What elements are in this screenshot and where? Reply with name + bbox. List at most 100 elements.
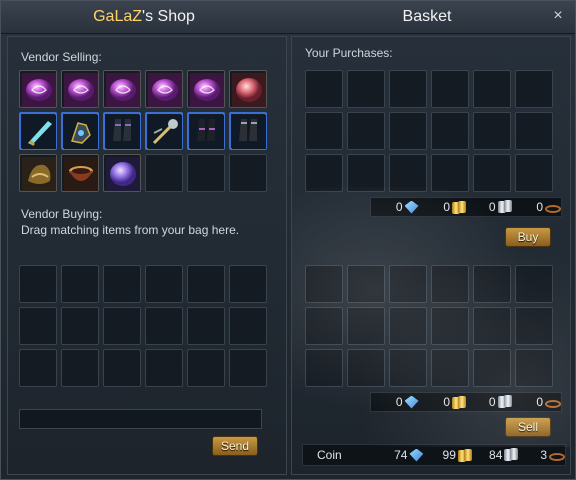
purchase-slot[interactable] <box>305 154 343 192</box>
gold-bars-icon <box>452 395 466 409</box>
purchase-slot[interactable] <box>305 112 343 150</box>
sell-slot[interactable] <box>473 265 511 303</box>
sell-slot[interactable] <box>305 307 343 345</box>
purchase-slot[interactable] <box>389 154 427 192</box>
buying-slot[interactable] <box>61 307 99 345</box>
purple-rune-icon <box>22 73 56 107</box>
vendor-item-slot[interactable] <box>19 70 57 108</box>
sell-slot[interactable] <box>305 349 343 387</box>
buying-slot[interactable] <box>229 349 267 387</box>
copper-ring-icon <box>545 400 561 408</box>
vendor-buying-grid <box>19 265 267 387</box>
silver-bars-icon <box>497 395 514 409</box>
purchase-slot[interactable] <box>473 154 511 192</box>
vendor-item-slot[interactable] <box>19 112 57 150</box>
vendor-item-slot[interactable] <box>103 154 141 192</box>
buy-button[interactable]: Buy <box>505 227 551 247</box>
message-input[interactable] <box>19 409 262 429</box>
sell-slot[interactable] <box>389 349 427 387</box>
vendor-item-slot[interactable] <box>145 112 183 150</box>
close-button[interactable]: × <box>549 7 567 25</box>
boots-icon <box>232 115 266 149</box>
vendor-item-slot[interactable] <box>61 154 99 192</box>
purchase-slot[interactable] <box>473 112 511 150</box>
vendor-empty-slot[interactable] <box>229 154 267 192</box>
sell-slot[interactable] <box>305 265 343 303</box>
vendor-item-slot[interactable] <box>103 70 141 108</box>
silver-amount: 0 <box>472 200 514 214</box>
silver-amount: 0 <box>472 395 514 409</box>
buying-slot[interactable] <box>229 265 267 303</box>
sell-grid <box>305 265 553 387</box>
purchase-slot[interactable] <box>515 154 553 192</box>
vendor-item-slot[interactable] <box>187 70 225 108</box>
purchase-slot[interactable] <box>473 70 511 108</box>
sell-slot[interactable] <box>347 265 385 303</box>
vendor-item-slot[interactable] <box>145 70 183 108</box>
purchase-slot[interactable] <box>515 70 553 108</box>
purchase-slot[interactable] <box>431 154 469 192</box>
vendor-item-slot[interactable] <box>19 154 57 192</box>
buying-slot[interactable] <box>187 265 225 303</box>
buying-slot[interactable] <box>19 265 57 303</box>
purchase-slot[interactable] <box>305 70 343 108</box>
sell-slot[interactable] <box>431 349 469 387</box>
buying-slot[interactable] <box>19 349 57 387</box>
vendor-item-slot[interactable] <box>229 112 267 150</box>
basket-title: Basket <box>402 8 452 25</box>
sell-slot[interactable] <box>389 265 427 303</box>
vendor-item-slot[interactable] <box>229 70 267 108</box>
purchase-slot[interactable] <box>347 70 385 108</box>
buying-slot[interactable] <box>103 307 141 345</box>
vendor-item-slot[interactable] <box>103 112 141 150</box>
buying-slot[interactable] <box>229 307 267 345</box>
purchase-total-bar: 0 0 0 0 <box>370 197 562 217</box>
buying-slot[interactable] <box>187 307 225 345</box>
purchase-slot[interactable] <box>347 154 385 192</box>
sell-slot[interactable] <box>389 307 427 345</box>
vendor-empty-slot[interactable] <box>187 154 225 192</box>
purchase-slot[interactable] <box>515 112 553 150</box>
sell-slot[interactable] <box>431 307 469 345</box>
vendor-item-slot[interactable] <box>187 112 225 150</box>
vendor-item-slot[interactable] <box>61 112 99 150</box>
sell-slot[interactable] <box>347 307 385 345</box>
vendor-item-slot[interactable] <box>61 70 99 108</box>
buying-slot[interactable] <box>145 307 183 345</box>
copper-amount: 3 <box>526 448 566 462</box>
send-button[interactable]: Send <box>212 436 258 456</box>
sell-slot[interactable] <box>431 265 469 303</box>
sell-slot[interactable] <box>473 307 511 345</box>
basket-panel: Your Purchases: 0 0 0 0 Buy 0 0 0 0 Sell… <box>291 36 571 475</box>
sell-slot[interactable] <box>473 349 511 387</box>
shop-owner-name: GaLaZ <box>93 8 143 25</box>
buying-slot[interactable] <box>145 349 183 387</box>
buying-slot[interactable] <box>103 265 141 303</box>
purchase-slot[interactable] <box>431 70 469 108</box>
sell-slot[interactable] <box>515 349 553 387</box>
buying-slot[interactable] <box>61 349 99 387</box>
sell-button[interactable]: Sell <box>505 417 551 437</box>
purchase-slot[interactable] <box>389 70 427 108</box>
vendor-empty-slot[interactable] <box>145 154 183 192</box>
gem-icon <box>409 448 424 462</box>
sell-slot[interactable] <box>515 307 553 345</box>
buying-slot[interactable] <box>19 307 57 345</box>
gem-icon <box>404 200 419 214</box>
purchase-slot[interactable] <box>431 112 469 150</box>
sell-total-bar: 0 0 0 0 <box>370 392 562 412</box>
purchase-slot[interactable] <box>389 112 427 150</box>
sell-slot[interactable] <box>347 349 385 387</box>
boots-icon <box>106 115 140 149</box>
buying-slot[interactable] <box>103 349 141 387</box>
purple-rune-icon <box>190 73 224 107</box>
buying-slot[interactable] <box>61 265 99 303</box>
gold-amount: 0 <box>425 395 466 409</box>
silver-bars-icon <box>504 448 520 462</box>
sell-slot[interactable] <box>515 265 553 303</box>
vendor-buying-hint: Drag matching items from your bag here. <box>21 223 240 237</box>
buying-slot[interactable] <box>145 265 183 303</box>
purchases-grid <box>305 70 553 192</box>
purchase-slot[interactable] <box>347 112 385 150</box>
buying-slot[interactable] <box>187 349 225 387</box>
